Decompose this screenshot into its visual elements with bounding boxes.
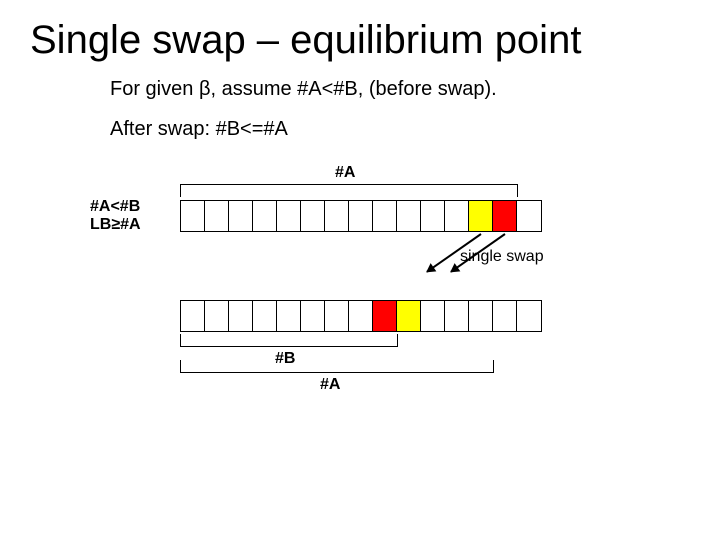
cell (445, 201, 469, 231)
cell (205, 301, 229, 331)
cell (469, 301, 493, 331)
line1-suffix: , assume #A<#B, (before swap). (210, 78, 496, 100)
cell (517, 201, 541, 231)
cell-red (373, 301, 397, 331)
row-bottom (180, 300, 542, 332)
cell (421, 301, 445, 331)
cell (181, 201, 205, 231)
cell (277, 301, 301, 331)
cell (301, 201, 325, 231)
cell (205, 201, 229, 231)
cell (253, 201, 277, 231)
text-line-2: After swap: #B<=#A (110, 118, 288, 141)
cell (445, 301, 469, 331)
cell (277, 201, 301, 231)
cell (325, 301, 349, 331)
cell (181, 301, 205, 331)
cell-yellow (397, 301, 421, 331)
slide-title: Single swap – equilibrium point (30, 18, 581, 63)
label-left-1: #A<#B (90, 198, 140, 216)
line1-prefix: For given (110, 78, 199, 100)
cell (349, 201, 373, 231)
bracket-bot-a (180, 360, 494, 373)
cell (493, 301, 517, 331)
cell (421, 201, 445, 231)
cell (253, 301, 277, 331)
bracket-bot-b (180, 334, 398, 347)
cell (397, 201, 421, 231)
cell (373, 201, 397, 231)
cell (301, 301, 325, 331)
label-top-a: #A (335, 164, 355, 182)
label-left-2: LB≥#A (90, 216, 141, 234)
beta-symbol: β (199, 78, 211, 100)
cell (349, 301, 373, 331)
row-top (180, 200, 542, 232)
cell-yellow (469, 201, 493, 231)
cell (325, 201, 349, 231)
label-bot-a: #A (320, 376, 340, 394)
cell (517, 301, 541, 331)
cell (229, 301, 253, 331)
bracket-top-a (180, 184, 518, 197)
cell (229, 201, 253, 231)
text-line-1: For given β, assume #A<#B, (before swap)… (110, 78, 497, 101)
diagram: #A #A<#B LB≥#A single swap (60, 160, 620, 420)
cell-red (493, 201, 517, 231)
